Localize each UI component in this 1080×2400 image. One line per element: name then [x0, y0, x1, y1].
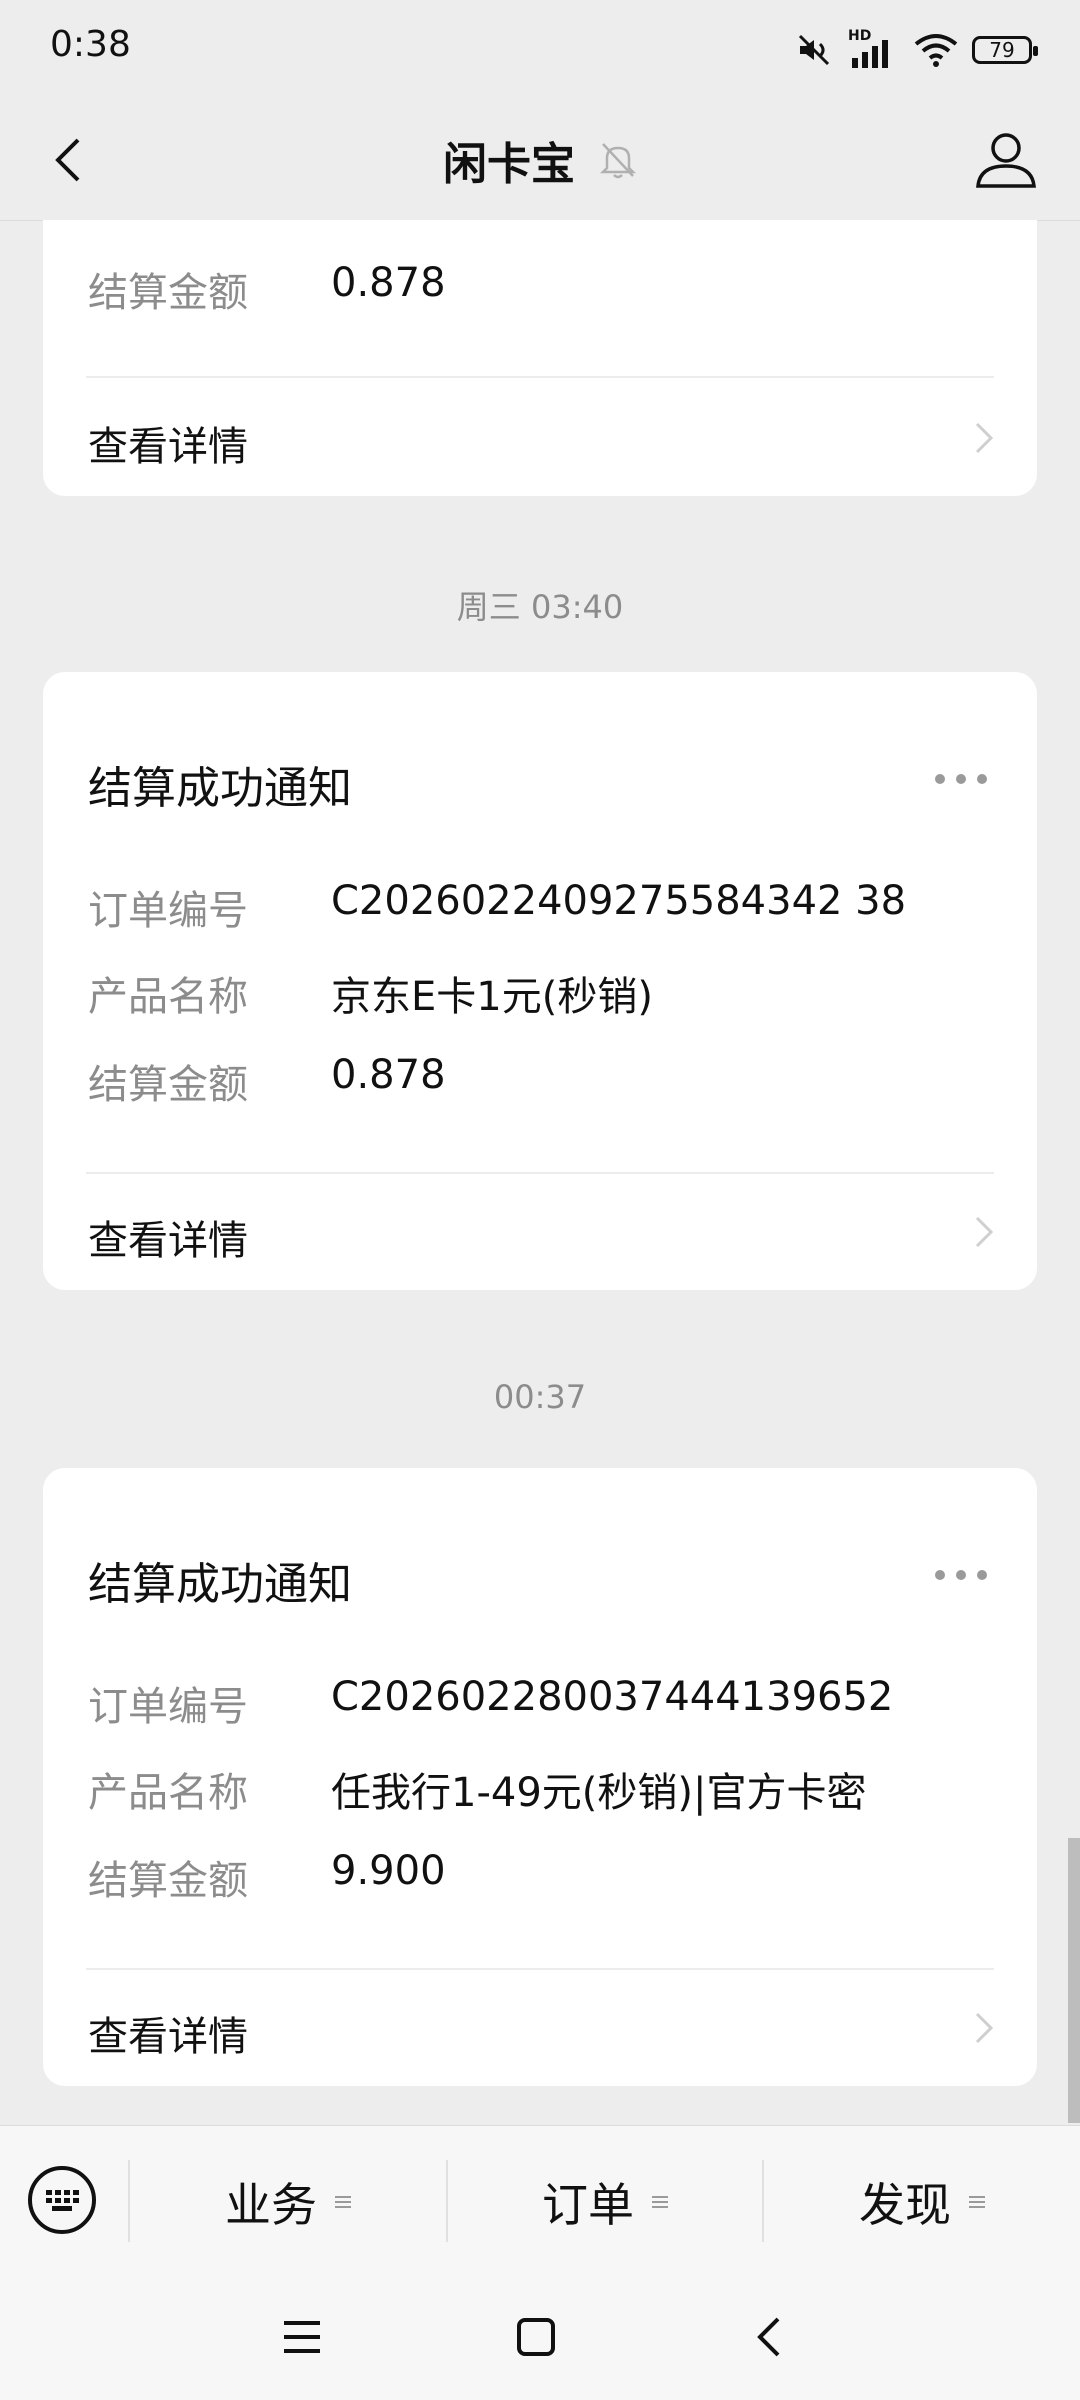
view-details-label: 查看详情: [88, 1218, 248, 1264]
card-title: 结算成功通知: [88, 763, 352, 814]
field-value: 京东E卡1元(秒销): [331, 974, 653, 1020]
menu-lines-icon: [335, 2193, 351, 2211]
menu-item-discover[interactable]: 发现: [764, 2166, 1080, 2238]
menu-icon[interactable]: [280, 2317, 324, 2357]
system-nav-bar: [0, 2275, 1080, 2400]
more-icon[interactable]: [935, 774, 987, 786]
home-icon[interactable]: [514, 2315, 558, 2359]
status-time: 0:38: [50, 24, 131, 65]
field-label: 产品名称: [88, 974, 248, 1020]
field-value: 0.878: [331, 260, 446, 306]
keyboard-icon: [46, 2190, 79, 2211]
keyboard-toggle-button[interactable]: [28, 2166, 96, 2234]
page-title-container: 闲卡宝: [0, 128, 1080, 192]
field-value: C2026022409275584342 38: [331, 878, 907, 924]
message-card-2[interactable]: 结算成功通知 订单编号 C2026022409275584342 38 产品名称…: [43, 672, 1037, 1290]
mute-icon: [798, 34, 830, 66]
menu-lines-icon: [969, 2193, 985, 2211]
field-value: 0.878: [331, 1052, 446, 1098]
wifi-icon: [914, 34, 958, 67]
field-label: 订单编号: [88, 888, 248, 934]
field-label: 订单编号: [88, 1684, 248, 1730]
view-details-row[interactable]: 查看详情: [43, 1970, 1037, 2086]
system-back-icon[interactable]: [752, 2315, 788, 2359]
message-timestamp: 周三 03:40: [456, 588, 624, 626]
menu-item-business[interactable]: 业务: [130, 2166, 446, 2238]
page-title: 闲卡宝: [443, 139, 575, 190]
menu-lines-icon: [652, 2193, 668, 2211]
battery-icon: 79: [972, 36, 1038, 64]
battery-level: 79: [989, 38, 1015, 62]
message-card-3[interactable]: 结算成功通知 订单编号 C202602280037444139652 产品名称 …: [43, 1468, 1037, 2086]
more-icon[interactable]: [935, 1570, 987, 1582]
chevron-right-icon: [975, 422, 994, 454]
menu-item-orders[interactable]: 订单: [448, 2166, 762, 2238]
profile-icon[interactable]: [972, 126, 1040, 194]
menu-item-label: 订单: [542, 2178, 634, 2232]
field-value: 9.900: [331, 1848, 446, 1894]
message-timestamp: 00:37: [493, 1378, 587, 1416]
card-title: 结算成功通知: [88, 1559, 352, 1610]
field-label: 产品名称: [88, 1770, 248, 1816]
status-icons: HD 79: [794, 28, 1038, 72]
menu-item-label: 发现: [859, 2178, 951, 2232]
chevron-right-icon: [975, 1216, 994, 1248]
view-details-label: 查看详情: [88, 2014, 248, 2060]
view-details-row[interactable]: 查看详情: [43, 378, 1037, 496]
bottom-menu-bar: 业务 订单 发现: [0, 2125, 1080, 2276]
menu-item-label: 业务: [225, 2178, 317, 2232]
field-label: 结算金额: [88, 1062, 248, 1108]
message-card-1: 结算金额 0.878 查看详情: [43, 220, 1037, 496]
field-value: C202602280037444139652: [331, 1674, 894, 1720]
nav-bar: 闲卡宝: [0, 100, 1080, 221]
view-details-label: 查看详情: [88, 424, 248, 470]
hd-signal-icon: HD: [848, 28, 900, 70]
mute-bell-icon: [599, 143, 637, 179]
field-label: 结算金额: [88, 1858, 248, 1904]
field-value: 任我行1-49元(秒销)|官方卡密: [331, 1770, 867, 1816]
field-label: 结算金额: [88, 270, 248, 316]
scrollbar[interactable]: [1068, 1838, 1080, 2123]
view-details-row[interactable]: 查看详情: [43, 1174, 1037, 1290]
chevron-right-icon: [975, 2012, 994, 2044]
